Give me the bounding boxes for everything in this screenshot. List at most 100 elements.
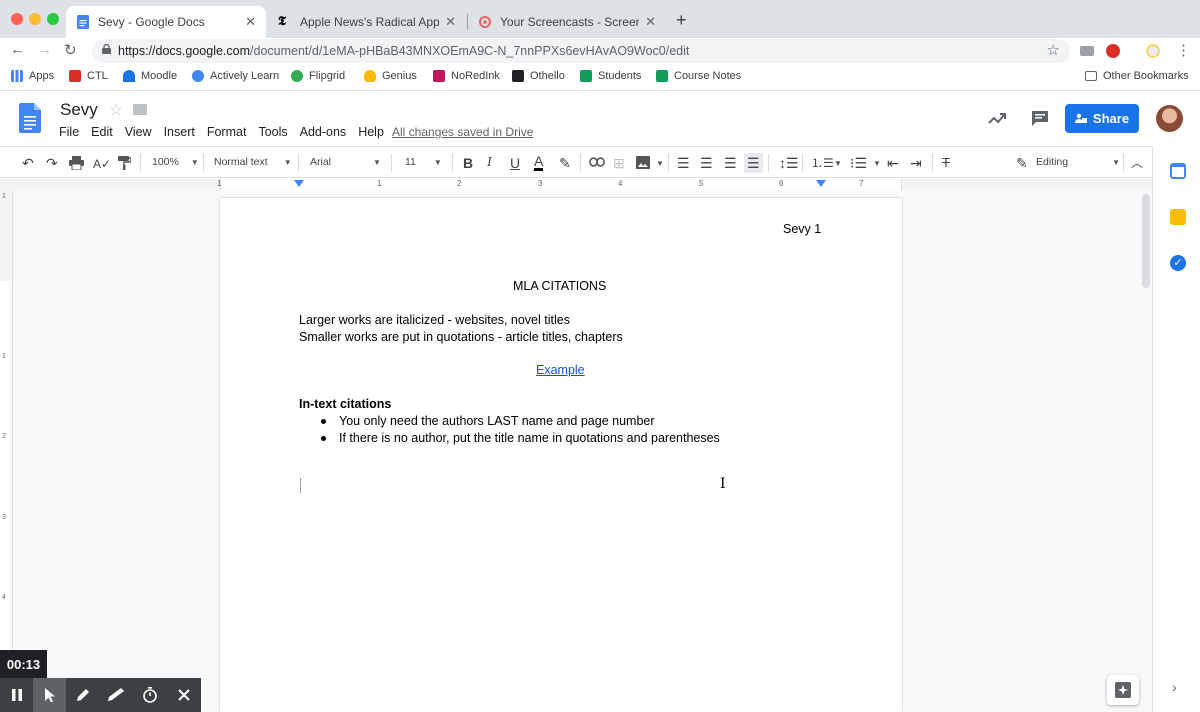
- menu-help[interactable]: Help: [358, 125, 384, 139]
- text-color-icon[interactable]: A: [534, 154, 544, 171]
- bullet-item[interactable]: You only need the authors LAST name and …: [339, 414, 655, 428]
- close-tab-icon[interactable]: ✕: [445, 14, 456, 30]
- pen-tool-button[interactable]: [66, 678, 99, 712]
- mode-select[interactable]: Editing ▼: [1036, 156, 1120, 168]
- add-comment-icon[interactable]: ⊞: [613, 155, 625, 171]
- document-heading[interactable]: MLA CITATIONS: [513, 279, 606, 293]
- forward-icon[interactable]: →: [37, 41, 52, 58]
- browser-menu-icon[interactable]: ⋮: [1176, 41, 1191, 59]
- bookmark-course-notes[interactable]: Course Notes: [656, 70, 741, 82]
- right-indent-marker[interactable]: [816, 180, 826, 187]
- maximize-window-icon[interactable]: [47, 13, 59, 25]
- close-recorder-button[interactable]: [167, 678, 200, 712]
- menu-edit[interactable]: Edit: [91, 125, 113, 139]
- menu-tools[interactable]: Tools: [258, 125, 287, 139]
- redo-icon[interactable]: ↷: [46, 155, 58, 171]
- document-title[interactable]: Sevy: [60, 100, 98, 120]
- bookmark-apps[interactable]: Apps: [11, 70, 54, 82]
- calendar-icon[interactable]: [1170, 163, 1186, 179]
- decrease-indent-icon[interactable]: ⇤: [887, 155, 899, 171]
- example-link[interactable]: Example: [536, 363, 585, 377]
- bookmark-genius[interactable]: Genius: [364, 70, 417, 82]
- user-avatar[interactable]: [1156, 105, 1183, 132]
- highlight-pen-icon[interactable]: ✎: [559, 155, 571, 171]
- bookmark-othello[interactable]: Othello: [512, 70, 565, 82]
- body-line[interactable]: Larger works are italicized - websites, …: [299, 313, 570, 327]
- vertical-scrollbar[interactable]: [1142, 194, 1150, 288]
- document-page[interactable]: Sevy 1 MLA CITATIONS Larger works are it…: [220, 198, 902, 712]
- left-indent-marker[interactable]: [294, 180, 304, 187]
- font-select[interactable]: Arial ▼: [310, 156, 381, 168]
- comments-icon[interactable]: [1030, 109, 1050, 127]
- menu-file[interactable]: File: [59, 125, 79, 139]
- bold-icon[interactable]: B: [463, 155, 473, 171]
- increase-indent-icon[interactable]: ⇥: [910, 155, 922, 171]
- style-select[interactable]: Normal text ▼: [214, 156, 292, 168]
- justify-icon[interactable]: ☰: [744, 153, 763, 173]
- screencast-extension-icon[interactable]: [1106, 44, 1120, 58]
- tasks-icon[interactable]: ✓: [1170, 255, 1186, 271]
- insert-image-icon[interactable]: [636, 156, 650, 169]
- activity-trend-icon[interactable]: [987, 109, 1007, 127]
- bookmark-actively-learn[interactable]: Actively Learn: [192, 70, 279, 82]
- url-field[interactable]: https://docs.google.com/document/d/1eMA-…: [92, 39, 1070, 63]
- menu-addons[interactable]: Add-ons: [300, 125, 347, 139]
- paint-format-icon[interactable]: [118, 156, 131, 170]
- tab-screencast[interactable]: Your Screencasts - Screencast ✕: [468, 6, 666, 38]
- numbered-list-caret[interactable]: ▼: [830, 157, 842, 169]
- bullet-item[interactable]: If there is no author, put the title nam…: [339, 431, 720, 445]
- align-center-icon[interactable]: ☰: [700, 155, 713, 171]
- cast-extension-icon[interactable]: [1080, 46, 1094, 56]
- bookmark-flipgrid[interactable]: Flipgrid: [291, 70, 345, 82]
- page-header[interactable]: Sevy 1: [783, 222, 821, 236]
- docs-logo-icon[interactable]: [19, 103, 41, 133]
- align-left-icon[interactable]: ☰: [677, 155, 690, 171]
- italic-icon[interactable]: I: [487, 155, 492, 171]
- menu-insert[interactable]: Insert: [164, 125, 195, 139]
- bookmark-other[interactable]: Other Bookmarks: [1085, 70, 1189, 82]
- bulleted-list-icon[interactable]: ⁝☰: [850, 155, 867, 171]
- share-button[interactable]: Share: [1065, 104, 1139, 133]
- collapse-menu-icon[interactable]: ︿: [1131, 155, 1143, 171]
- tab-apple-news[interactable]: 𝕿 Apple News's Radical Approac ✕: [268, 6, 466, 38]
- pause-button[interactable]: [0, 678, 33, 712]
- underline-icon[interactable]: U: [510, 155, 520, 171]
- bookmark-moodle[interactable]: Moodle: [123, 70, 177, 82]
- spellcheck-icon[interactable]: A✓: [93, 156, 111, 172]
- profile-extension-icon[interactable]: [1146, 44, 1160, 58]
- bookmark-noredink[interactable]: NoRedInk: [433, 70, 500, 82]
- new-tab-icon[interactable]: +: [676, 10, 687, 31]
- expand-panel-icon[interactable]: ›: [1172, 679, 1177, 695]
- menu-format[interactable]: Format: [207, 125, 247, 139]
- image-options-caret[interactable]: ▼: [652, 157, 664, 169]
- bookmark-students[interactable]: Students: [580, 70, 641, 82]
- reload-icon[interactable]: ↻: [64, 41, 77, 59]
- close-tab-icon[interactable]: ✕: [245, 14, 256, 30]
- close-window-icon[interactable]: [11, 13, 23, 25]
- clear-formatting-icon[interactable]: T: [942, 155, 950, 171]
- link-icon[interactable]: [589, 157, 605, 167]
- close-tab-icon[interactable]: ✕: [645, 14, 656, 30]
- back-icon[interactable]: ←: [10, 41, 25, 58]
- keep-icon[interactable]: [1170, 209, 1186, 225]
- bulleted-list-caret[interactable]: ▼: [869, 157, 881, 169]
- minimize-window-icon[interactable]: [29, 13, 41, 25]
- tab-google-docs[interactable]: Sevy - Google Docs ✕: [66, 6, 266, 38]
- undo-icon[interactable]: ↶: [22, 155, 34, 171]
- print-icon[interactable]: [69, 156, 84, 170]
- bookmark-star-icon[interactable]: ☆: [1047, 41, 1060, 59]
- explore-button[interactable]: [1107, 675, 1139, 705]
- highlighter-tool-button[interactable]: [99, 678, 132, 712]
- pointer-tool-button[interactable]: [33, 678, 66, 712]
- menu-view[interactable]: View: [125, 125, 152, 139]
- body-line[interactable]: Smaller works are put in quotations - ar…: [299, 330, 623, 344]
- bookmark-ctl[interactable]: CTL: [69, 70, 108, 82]
- section-subheading[interactable]: In-text citations: [299, 397, 391, 411]
- timer-button[interactable]: [133, 678, 166, 712]
- zoom-select[interactable]: 100% ▼: [152, 156, 199, 168]
- move-folder-icon[interactable]: [133, 104, 147, 115]
- save-status[interactable]: All changes saved in Drive: [392, 125, 533, 139]
- font-size-select[interactable]: 11 ▼: [405, 156, 442, 168]
- star-icon[interactable]: ☆: [109, 100, 123, 120]
- line-spacing-icon[interactable]: ↕☰: [779, 155, 799, 171]
